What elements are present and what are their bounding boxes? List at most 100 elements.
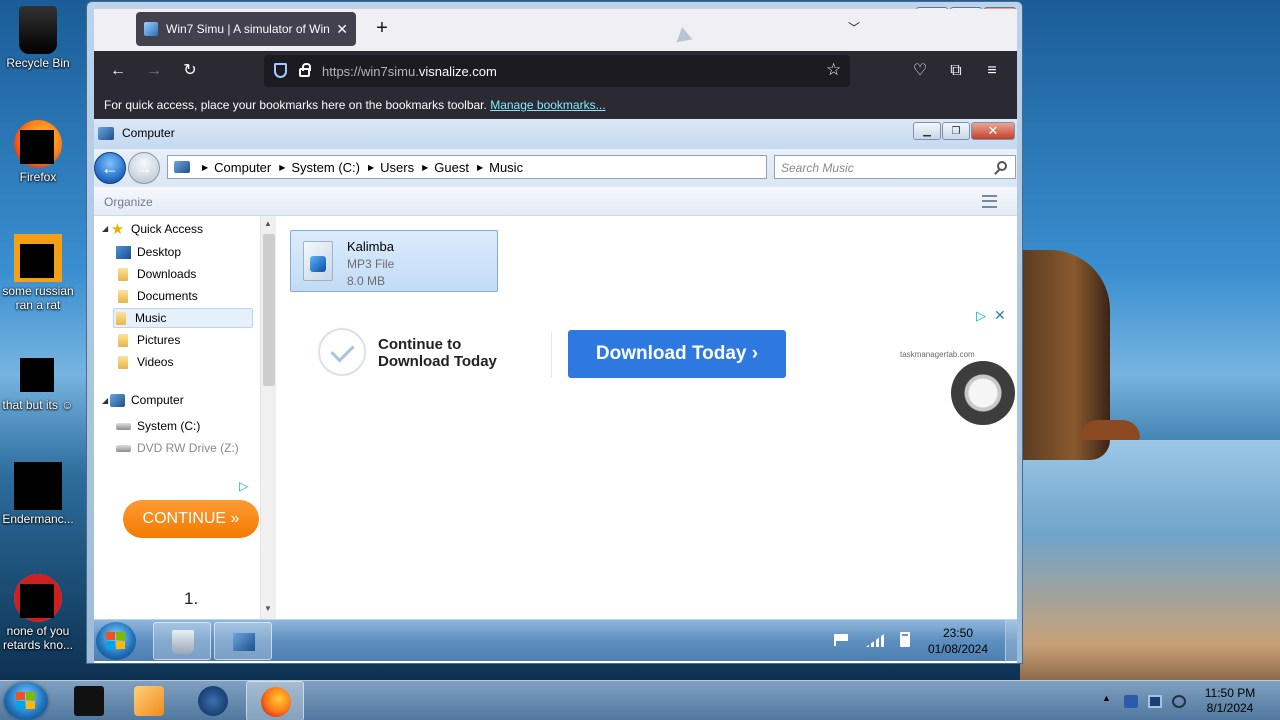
host-start-button[interactable] xyxy=(4,682,48,720)
recycle-bin-icon xyxy=(19,6,57,54)
navigation-pane: ◢ ★ Quick Access Desktop Downloads Docum… xyxy=(94,216,260,619)
tray-shield-icon[interactable] xyxy=(1124,695,1138,708)
network-signal-icon[interactable] xyxy=(866,634,884,647)
explorer-window-controls: ▁ ❐ ✕ xyxy=(913,122,1015,140)
sim-start-button[interactable] xyxy=(96,622,136,660)
url-bar[interactable]: https://win7simu.visnalize.com ☆ xyxy=(264,55,850,87)
nav-item-music[interactable]: Music xyxy=(113,308,253,328)
breadcrumb-item[interactable]: ▶ Guest xyxy=(414,160,469,175)
desktop-icon-that-but-its[interactable]: that but its ☺ xyxy=(0,348,76,412)
bookmark-star-icon[interactable]: ☆ xyxy=(826,60,841,80)
reload-icon[interactable]: ↻ xyxy=(178,59,202,83)
terminal-icon xyxy=(74,686,104,716)
nav-item-videos[interactable]: Videos xyxy=(116,352,260,372)
terminal-icon xyxy=(14,462,62,510)
breadcrumb-item[interactable]: ▶ Users xyxy=(360,160,414,175)
sim-taskbar-explorer[interactable] xyxy=(214,622,272,660)
sim-clock[interactable]: 23:50 01/08/2024 xyxy=(920,625,996,657)
scroll-down-icon[interactable]: ▼ xyxy=(264,604,272,613)
browser-window: ▁ ❐ ✕ Win7 Simu | A simulator of Win ✕ +… xyxy=(86,1,1023,664)
nav-item-desktop[interactable]: Desktop xyxy=(116,242,260,262)
host-clock[interactable]: 11:50 PM 8/1/2024 xyxy=(1198,686,1262,716)
nav-item-documents[interactable]: Documents xyxy=(116,286,260,306)
lock-icon[interactable] xyxy=(299,63,311,77)
nav-item-downloads[interactable]: Downloads xyxy=(116,264,260,284)
computer-icon xyxy=(233,633,255,651)
nav-item-pictures[interactable]: Pictures xyxy=(116,330,260,350)
desktop-icon-recycle-bin[interactable]: Recycle Bin xyxy=(0,6,76,70)
menu-hamburger-icon[interactable]: ≡ xyxy=(980,59,1004,83)
breadcrumb-item[interactable]: ▶ Computer xyxy=(194,160,271,175)
nav-item-computer[interactable]: Computer xyxy=(110,390,254,410)
desktop-icon-firefox[interactable]: Firefox xyxy=(0,120,76,184)
forward-arrow-icon[interactable]: → xyxy=(142,59,166,83)
collapse-triangle-icon[interactable]: ◢ xyxy=(102,396,108,405)
nav-item-dvd-drive[interactable]: DVD RW Drive (Z:) xyxy=(116,438,260,458)
host-taskbar-media-player[interactable] xyxy=(120,681,178,720)
tracking-shield-icon[interactable] xyxy=(274,63,287,78)
nav-item-system-c[interactable]: System (C:) xyxy=(116,416,260,436)
desktop-icon-none-of-you[interactable]: none of you retards kno... xyxy=(0,574,76,652)
explorer-forward-button[interactable]: → xyxy=(128,152,160,184)
folder-icon xyxy=(118,289,128,303)
desktop-icon xyxy=(116,245,131,259)
action-center-flag-icon[interactable] xyxy=(834,634,848,646)
ad-close-icon[interactable]: ✕ xyxy=(994,307,1006,324)
sim-taskbar-recycle-bin[interactable] xyxy=(153,622,211,660)
breadcrumb-item[interactable]: ▶ Music xyxy=(469,160,523,175)
collapse-triangle-icon[interactable]: ◢ xyxy=(102,224,108,233)
extensions-icon[interactable]: ⧉ xyxy=(944,59,968,83)
show-desktop-button[interactable] xyxy=(1005,620,1017,662)
simulator-viewport: Computer ▁ ❐ ✕ ← → ▶ Computer ▶ System (C:… xyxy=(94,119,1017,663)
bookmarks-toolbar: For quick access, place your bookmarks h… xyxy=(94,91,1017,119)
breadcrumb[interactable]: ▶ Computer ▶ System (C:) ▶ Users ▶ Guest ▶ Mu… xyxy=(167,155,767,179)
organize-button[interactable]: Organize xyxy=(104,195,153,209)
file-name: Kalimba xyxy=(347,239,394,254)
tray-volume-icon[interactable] xyxy=(1172,695,1186,708)
tab-list-chevron-icon[interactable]: ﹀ xyxy=(848,19,860,36)
host-taskbar-globe[interactable] xyxy=(184,681,242,720)
tab-close-icon[interactable]: ✕ xyxy=(336,21,348,38)
desktop-icon-label: Firefox xyxy=(19,170,57,184)
battery-icon[interactable] xyxy=(900,632,910,647)
explorer-close-button[interactable]: ✕ xyxy=(971,122,1015,140)
host-time: 11:50 PM xyxy=(1204,686,1256,700)
navigation-scrollbar[interactable]: ▲ ▼ xyxy=(260,216,276,619)
search-input[interactable]: Search Music xyxy=(774,155,1016,179)
nav-item-quick-access[interactable]: ★ Quick Access xyxy=(110,219,254,239)
sim-taskbar: 23:50 01/08/2024 xyxy=(94,619,1017,662)
new-tab-button[interactable]: + xyxy=(370,17,394,41)
ad-choices-icon[interactable]: ▷ xyxy=(239,479,248,493)
scrollbar-thumb[interactable] xyxy=(263,234,275,386)
explorer-back-button[interactable]: ← xyxy=(94,152,126,184)
manage-bookmarks-link[interactable]: Manage bookmarks... xyxy=(490,98,605,112)
scroll-up-icon[interactable]: ▲ xyxy=(264,219,272,228)
tray-monitor-icon[interactable] xyxy=(1148,695,1162,708)
file-item-kalimba[interactable]: Kalimba MP3 File 8.0 MB xyxy=(290,230,498,292)
explorer-titlebar[interactable]: Computer ▁ ❐ ✕ xyxy=(94,119,1017,149)
folder-icon xyxy=(118,355,128,369)
tray-expand-icon[interactable]: ▲ xyxy=(1102,693,1116,706)
ad-continue-button[interactable]: CONTINUE » xyxy=(123,500,259,538)
search-icon[interactable] xyxy=(997,161,1007,171)
media-player-icon xyxy=(134,686,164,716)
file-list-pane: Kalimba MP3 File 8.0 MB Continue to Down… xyxy=(276,216,1017,619)
host-taskbar-terminal[interactable] xyxy=(60,681,118,720)
breadcrumb-item[interactable]: ▶ System (C:) xyxy=(271,160,360,175)
back-arrow-icon[interactable]: ← xyxy=(106,59,130,83)
wallpaper-rock xyxy=(1080,420,1140,440)
desktop-icon-russian-rat[interactable]: some russian ran a rat xyxy=(0,234,76,312)
desktop-icon-endermanch[interactable]: Endermanc... xyxy=(0,462,76,526)
view-options-icon[interactable] xyxy=(982,195,997,208)
ad-choices-icon[interactable]: ▷ xyxy=(976,308,986,324)
browser-tab[interactable]: Win7 Simu | A simulator of Win ✕ xyxy=(136,12,356,46)
host-taskbar-firefox[interactable] xyxy=(246,681,304,720)
desktop-icon-label: none of you retards kno... xyxy=(2,624,74,652)
explorer-minimize-button[interactable]: ▁ xyxy=(913,122,941,140)
pocket-icon[interactable]: ♡ xyxy=(908,59,932,83)
tab-favicon-icon xyxy=(144,22,158,36)
ad-banner[interactable]: Continue to Download Today Download Toda… xyxy=(296,306,1006,396)
navigation-toolbar: ← → ↻ https://win7simu.visnalize.com ☆ ♡… xyxy=(94,51,1017,91)
ad-download-button[interactable]: Download Today › xyxy=(568,330,786,378)
explorer-maximize-button[interactable]: ❐ xyxy=(942,122,970,140)
